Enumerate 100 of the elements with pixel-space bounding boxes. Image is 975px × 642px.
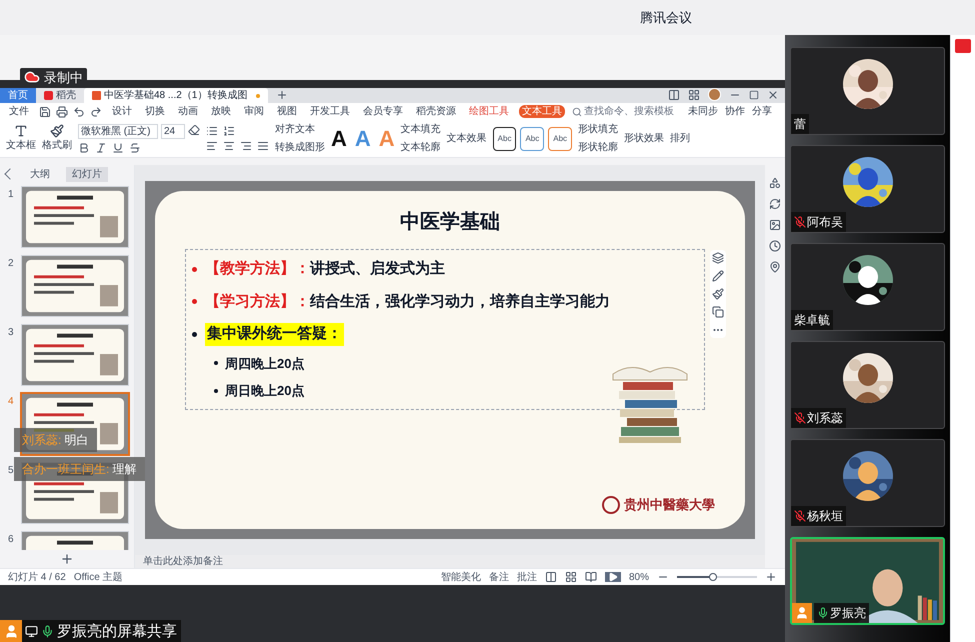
shape-style-option[interactable]: Abc <box>492 126 516 150</box>
new-tab-button[interactable] <box>276 89 288 101</box>
underline-icon[interactable] <box>112 142 124 154</box>
participant-name: 柴卓毓 <box>794 314 830 326</box>
beautify-button[interactable]: 智能美化 <box>440 570 481 584</box>
clear-format-icon[interactable] <box>188 124 200 136</box>
tab[interactable]: 中医学基础48 ...2（1）转换成图 <box>84 88 268 103</box>
comments-button[interactable]: 批注 <box>516 570 537 584</box>
shape-style-option[interactable]: Abc <box>520 126 544 150</box>
fill-icon[interactable] <box>712 288 724 300</box>
menu-item[interactable]: 审阅 <box>241 105 267 118</box>
participant-name: 罗振亮 <box>830 607 866 619</box>
menu-item[interactable]: 切换 <box>142 105 168 118</box>
menu-item[interactable]: 开发工具 <box>307 105 353 118</box>
pin-icon[interactable] <box>769 261 781 273</box>
menu-item[interactable]: 放映 <box>208 105 234 118</box>
toolbar-action[interactable]: 协作 <box>725 104 745 119</box>
bullet-text: 集中课外统一答疑： <box>205 323 344 346</box>
text-fill-button[interactable]: 文本填充 <box>400 122 441 137</box>
bullet-icon <box>192 332 197 337</box>
layout-icon[interactable] <box>668 88 680 100</box>
convert-shape-button[interactable]: 转换成图形 <box>275 140 325 155</box>
participant-name: 阿布吴 <box>807 216 843 228</box>
notes-field[interactable]: 单击此处添加备注 <box>143 556 223 566</box>
menu-item[interactable]: 文件 <box>6 105 32 118</box>
slide-number: 2 <box>8 257 15 271</box>
align-center-icon[interactable] <box>223 140 235 152</box>
font-dropdown[interactable]: 微软雅黑 (正文) <box>78 124 158 138</box>
toolbar-action[interactable]: 未同步 <box>688 104 718 119</box>
zoom-in-icon[interactable] <box>765 571 777 583</box>
print-icon[interactable] <box>56 106 68 118</box>
italic-icon[interactable] <box>95 142 107 154</box>
zoom-level[interactable]: 80% <box>628 570 649 584</box>
menu-item[interactable]: 绘图工具 <box>466 105 512 118</box>
bold-icon[interactable] <box>78 142 90 154</box>
shape-outline-button[interactable]: 形状轮廓 <box>578 140 618 155</box>
slider-thumb[interactable] <box>709 573 717 581</box>
screen-share-icon <box>25 624 38 638</box>
shape-fill-button[interactable]: 形状填充 <box>578 122 618 137</box>
text-effect-button[interactable]: 文本效果 <box>446 131 487 146</box>
menu-item[interactable]: 稻壳资源 <box>413 105 459 118</box>
numbered-list-icon[interactable] <box>223 125 235 137</box>
search-icon <box>572 106 582 116</box>
reading-view-icon[interactable] <box>584 571 597 583</box>
menu-item[interactable]: 会员专享 <box>360 105 406 118</box>
share-label: 罗振亮的屏幕共享 <box>0 620 181 642</box>
align-left-icon[interactable] <box>206 140 218 152</box>
justify-icon[interactable] <box>257 140 269 152</box>
align-text-button[interactable]: 对齐文本 <box>275 122 325 137</box>
search-field[interactable]: 查找命令、搜索模板 <box>572 104 674 119</box>
user-icon <box>795 606 809 620</box>
refresh-icon[interactable] <box>769 198 781 210</box>
notes-button[interactable]: 备注 <box>488 570 509 584</box>
pencil-icon[interactable] <box>712 270 724 282</box>
shape-style-option[interactable]: Abc <box>548 126 572 150</box>
redo-icon[interactable] <box>90 106 102 118</box>
menu-item[interactable]: 设计 <box>109 105 135 118</box>
menu-item[interactable]: 文本工具 <box>519 105 565 118</box>
text-outline-button[interactable]: 文本轮廓 <box>400 140 441 155</box>
shape-effect-button[interactable]: 形状效果 <box>624 131 664 146</box>
tab[interactable]: 稻壳 <box>36 88 84 103</box>
bullet-icon <box>214 388 218 393</box>
layers-icon[interactable] <box>712 252 724 264</box>
strikethrough-icon[interactable] <box>129 142 141 154</box>
close-button[interactable] <box>767 88 779 100</box>
arrange-button[interactable]: 排列 <box>670 131 690 146</box>
normal-view-icon[interactable] <box>544 571 557 583</box>
app-title: 腾讯会议 <box>640 8 692 27</box>
text-icon <box>14 124 28 138</box>
save-icon[interactable] <box>39 106 51 118</box>
text-style-option[interactable]: A <box>331 128 347 150</box>
toolbar-action[interactable]: 分享 <box>752 104 772 119</box>
align-right-icon[interactable] <box>240 140 252 152</box>
zoom-slider[interactable] <box>677 573 757 581</box>
add-slide-button[interactable] <box>60 552 74 566</box>
sorter-view-icon[interactable] <box>564 571 577 583</box>
bullet-text: 周四晚上20点 <box>225 354 304 372</box>
undo-icon[interactable] <box>73 106 85 118</box>
slide-thumbnail[interactable] <box>22 256 128 316</box>
grid-icon[interactable] <box>688 88 700 100</box>
menu-item[interactable]: 动画 <box>175 105 201 118</box>
tab[interactable]: 首页 <box>0 88 36 103</box>
image-icon[interactable] <box>769 219 781 231</box>
menu-item[interactable]: 视图 <box>274 105 300 118</box>
user-avatar[interactable] <box>708 88 721 101</box>
textbox-button[interactable]: 文本框 <box>6 124 36 153</box>
bullet-text: 【教学方法】：讲授式、启发式为主 <box>205 258 445 279</box>
shapes-icon[interactable] <box>769 177 781 189</box>
panel-tab[interactable]: 幻灯片 <box>66 166 108 182</box>
copy-icon[interactable] <box>712 306 724 318</box>
clock-icon[interactable] <box>769 240 781 252</box>
cloud-icon <box>24 69 40 85</box>
play-button[interactable] <box>604 572 621 582</box>
maximize-button[interactable] <box>749 90 759 100</box>
slide-thumbnail[interactable] <box>22 187 128 247</box>
theme-name: Office 主题 <box>74 570 123 584</box>
panel-tab[interactable]: 大纲 <box>24 166 56 182</box>
slide-thumbnail[interactable] <box>22 325 128 385</box>
size-dropdown[interactable]: 24 <box>161 124 185 138</box>
format-painter-button[interactable]: 格式刷 <box>42 124 72 153</box>
